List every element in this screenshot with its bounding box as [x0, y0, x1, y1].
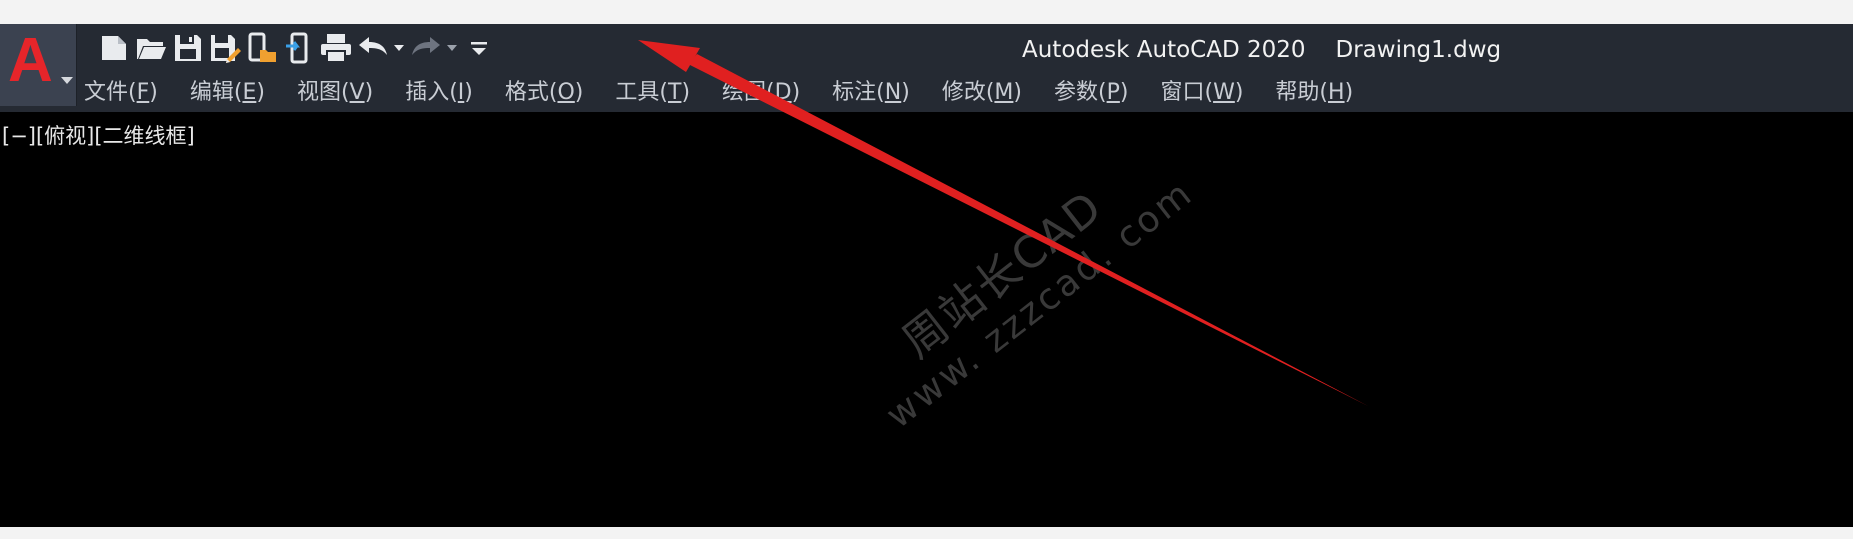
save-as-icon[interactable]: [206, 29, 243, 67]
save-to-web-icon[interactable]: [280, 29, 317, 67]
menu-help[interactable]: 帮助(H): [1275, 74, 1353, 106]
application-menu-button[interactable]: A: [0, 24, 77, 106]
autocad-logo-icon: A: [8, 26, 53, 95]
app-title: Autodesk AutoCAD 2020: [1022, 37, 1306, 63]
autocad-window: A Autodesk AutoCAD 2020 Drawing1.dwg 文件(…: [0, 24, 1853, 527]
menu-format[interactable]: 格式(O): [505, 74, 584, 106]
watermark-line-1: 周站长CAD: [893, 180, 1113, 369]
redo-icon[interactable]: [407, 29, 444, 67]
viewport-controls[interactable]: [−][俯视][二维线框]: [2, 120, 195, 150]
watermark-line-2: www. zzzcad. com: [878, 172, 1202, 437]
menu-insert[interactable]: 插入(I): [405, 74, 473, 106]
menu-tools[interactable]: 工具(T): [615, 74, 690, 106]
new-file-icon[interactable]: [95, 29, 132, 67]
document-title: Drawing1.dwg: [1335, 37, 1502, 63]
menu-file[interactable]: 文件(F): [84, 74, 158, 106]
window-title: Autodesk AutoCAD 2020 Drawing1.dwg: [1022, 32, 1501, 68]
menu-modify[interactable]: 修改(M): [942, 74, 1022, 106]
redo-dropdown-icon[interactable]: [444, 29, 460, 67]
menu-edit[interactable]: 编辑(E): [190, 74, 265, 106]
menu-view[interactable]: 视图(V): [297, 74, 373, 106]
menu-dimension[interactable]: 标注(N): [832, 74, 910, 106]
save-icon[interactable]: [169, 29, 206, 67]
open-from-web-icon[interactable]: [243, 29, 280, 67]
undo-icon[interactable]: [354, 29, 391, 67]
quick-access-toolbar: [95, 28, 497, 68]
menu-parametric[interactable]: 参数(P): [1054, 74, 1128, 106]
open-folder-icon[interactable]: [132, 29, 169, 67]
customize-toolbar-icon[interactable]: [460, 29, 497, 67]
title-bar: A Autodesk AutoCAD 2020 Drawing1.dwg 文件(…: [0, 24, 1853, 112]
undo-dropdown-icon[interactable]: [391, 29, 407, 67]
plot-print-icon[interactable]: [317, 29, 354, 67]
chevron-down-icon: [61, 77, 73, 84]
menu-draw[interactable]: 绘图(D): [722, 74, 800, 106]
